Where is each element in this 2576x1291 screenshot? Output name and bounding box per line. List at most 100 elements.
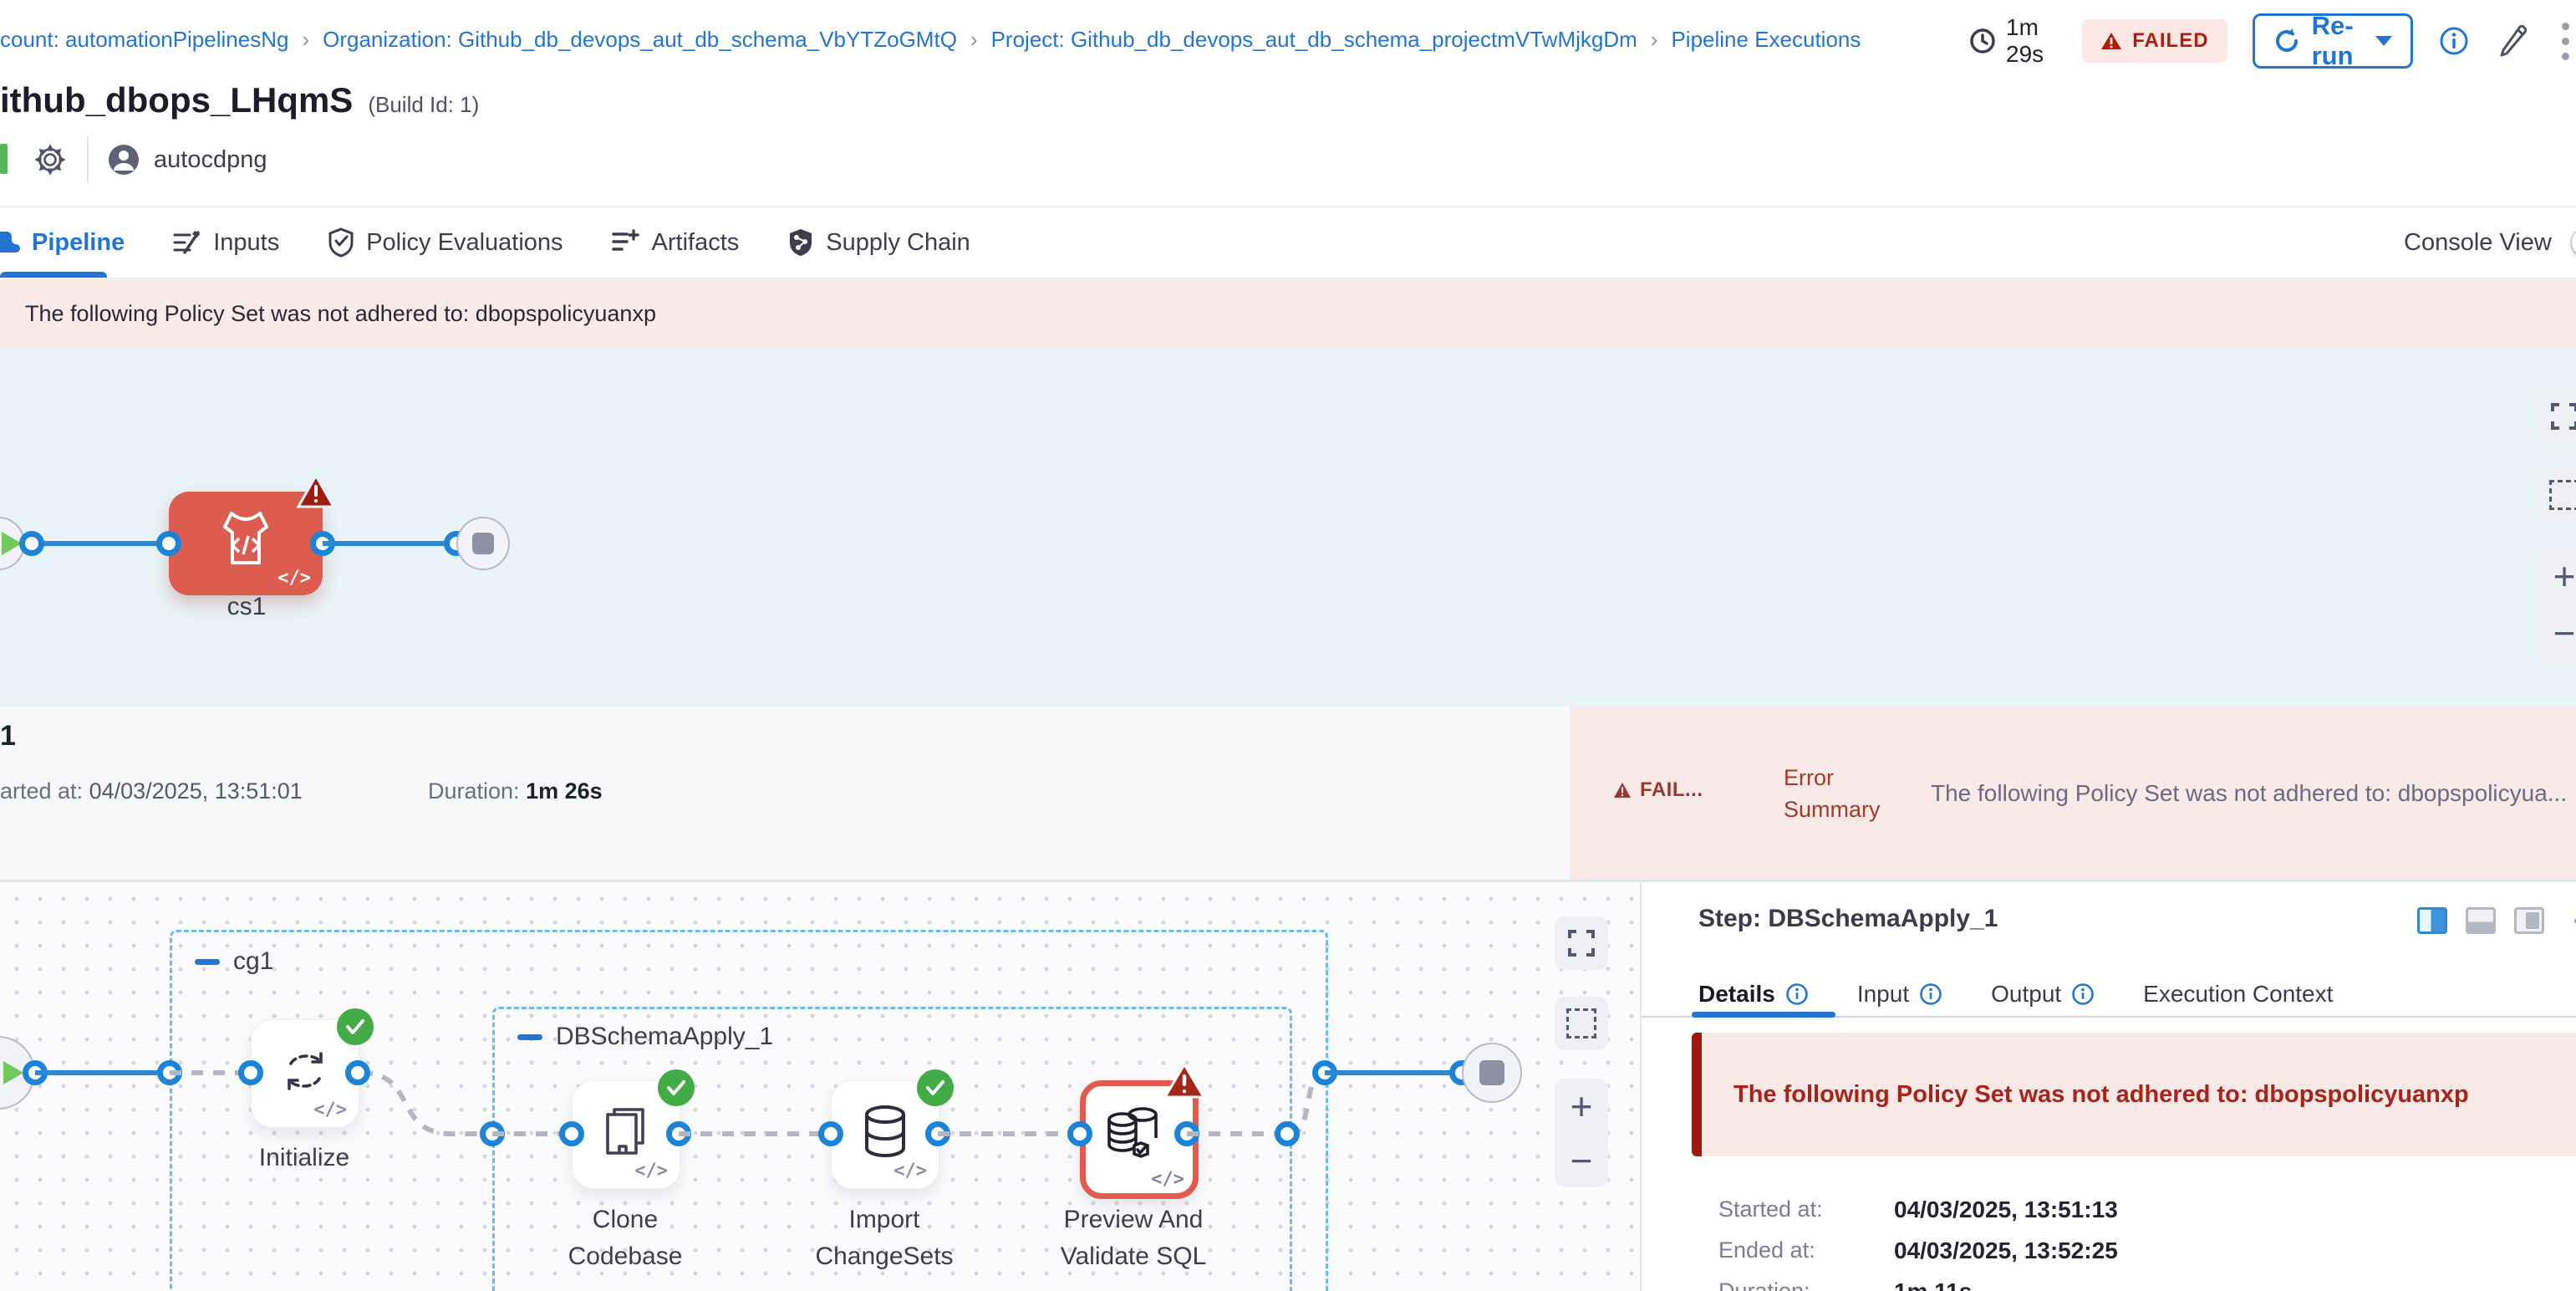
step-node-initialize[interactable]: </> (251, 1019, 359, 1128)
connector-point (156, 531, 181, 556)
sync-icon (279, 1047, 331, 1095)
tab-policy-evaluations[interactable]: Policy Evaluations (328, 207, 563, 278)
step-label-initialize: Initialize (208, 1140, 400, 1176)
policy-violation-banner: The following Policy Set was not adhered… (0, 279, 2576, 348)
zoom-out-button[interactable]: − (1571, 1141, 1593, 1180)
step-label-preview-validate-sql: Preview And Validate SQL (1016, 1202, 1250, 1275)
step-details-tabs: Details Input Output Execution Context (1698, 981, 2333, 1008)
code-glyph: </> (1151, 1169, 1184, 1190)
info-icon (1785, 982, 1809, 1006)
step-error-message: The following Policy Set was not adhered… (1692, 1033, 2576, 1156)
stage-duration: Duration: 1m 26s (428, 778, 603, 804)
step-label-import-changesets: Import ChangeSets (767, 1202, 1001, 1275)
page-title: ithub_dbops_LHqmS(Build Id: 1) (0, 80, 479, 120)
info-icon (1919, 982, 1942, 1006)
stage-node-label: cs1 (176, 589, 318, 625)
breadcrumb-separator: › (1637, 27, 1672, 53)
connector-point (1275, 1121, 1300, 1146)
shield-check-icon (328, 227, 354, 258)
stop-icon (1479, 1060, 1504, 1085)
zoom-in-button[interactable]: + (2553, 557, 2576, 595)
database-check-icon (1104, 1105, 1163, 1161)
code-glyph: </> (313, 1100, 347, 1120)
stage-name: 1 (0, 720, 16, 753)
warning-triangle-icon (1613, 782, 1632, 799)
connector-point (19, 531, 44, 556)
stage-error-summary: FAIL... Error Summary The following Poli… (1570, 707, 2576, 880)
tab-output[interactable]: Output (1991, 981, 2095, 1008)
total-duration: 1m 29s (1969, 14, 2057, 68)
stage-info-bar: 1 arted at: 04/03/2025, 13:51:01 Duratio… (0, 707, 2576, 880)
marquee-select-button[interactable] (2538, 468, 2576, 522)
shield-network-icon (787, 227, 814, 258)
divider (87, 136, 89, 183)
console-view-label: Console View (2404, 229, 2552, 257)
layout-right-view-icon[interactable] (2417, 907, 2447, 934)
collapse-icon[interactable] (195, 959, 220, 965)
zoom-out-button[interactable]: − (2553, 614, 2576, 652)
stage-graph-canvas[interactable]: </> cs1 + − (0, 348, 2576, 707)
tab-pipeline[interactable]: Pipeline (0, 207, 125, 278)
database-icon (862, 1105, 909, 1160)
layout-floating-view-icon[interactable] (2514, 907, 2544, 934)
code-glyph: </> (893, 1161, 927, 1181)
zoom-controls: + − (2538, 548, 2576, 661)
error-summary-text: The following Policy Set was not adhered… (1931, 780, 2576, 807)
more-options-icon[interactable] (2555, 19, 2576, 64)
breadcrumb: count: automationPipelinesNg › Organizat… (0, 27, 1861, 53)
tab-execution-context[interactable]: Execution Context (2143, 981, 2333, 1008)
console-view-toggle[interactable] (2570, 227, 2576, 258)
connector (679, 1131, 831, 1136)
custom-stage-icon (216, 508, 275, 574)
layout-bottom-view-icon[interactable] (2466, 907, 2496, 934)
tab-supply-chain[interactable]: Supply Chain (787, 207, 970, 278)
breadcrumb-organization[interactable]: Organization: Github_db_devops_aut_db_sc… (323, 27, 957, 53)
breadcrumb-separator: › (288, 27, 323, 53)
active-tab-indicator (1692, 1012, 1835, 1018)
detail-ended-at: Ended at:04/03/2025, 13:52:25 (1718, 1237, 1815, 1263)
gear-icon[interactable] (33, 143, 67, 176)
tab-inputs[interactable]: Inputs (173, 207, 279, 278)
collapse-icon[interactable] (517, 1034, 542, 1040)
zoom-in-button[interactable]: + (1571, 1087, 1593, 1125)
fullscreen-button[interactable] (1555, 916, 1608, 970)
build-id: (Build Id: 1) (368, 92, 479, 117)
connector-point (818, 1121, 843, 1146)
edit-pencil-icon[interactable] (2495, 23, 2530, 59)
stage-node-cs1[interactable]: </> (169, 492, 323, 595)
stop-icon (472, 533, 494, 554)
connector (938, 1131, 1080, 1136)
info-icon[interactable] (2438, 25, 2470, 57)
rerun-button[interactable]: Re-run (2253, 13, 2413, 69)
breadcrumb-account[interactable]: count: automationPipelinesNg (0, 27, 288, 53)
step-node-clone-codebase[interactable]: </> (572, 1080, 680, 1189)
breadcrumb-pipeline-executions[interactable]: Pipeline Executions (1671, 27, 1861, 53)
play-icon (3, 1061, 23, 1084)
execution-tab-bar: Pipeline Inputs Policy Evaluations Artif… (0, 207, 2576, 279)
code-glyph: </> (277, 568, 311, 589)
tab-artifacts[interactable]: Artifacts (612, 207, 740, 278)
breadcrumb-project[interactable]: Project: Github_db_devops_aut_db_schema_… (991, 27, 1637, 53)
connector-point (1067, 1121, 1092, 1146)
chevron-down-icon (2375, 36, 2392, 46)
step-details-panel: Step: DBSchemaApply_1 Details Input Outp… (1640, 882, 2576, 1291)
execution-meta-row: autocdpng (0, 135, 267, 184)
tab-input[interactable]: Input (1857, 981, 1942, 1008)
success-badge-icon (337, 1008, 374, 1045)
step-node-import-changesets[interactable]: </> (831, 1080, 939, 1189)
warning-triangle-icon (2100, 31, 2122, 51)
stepgroup-dbschemaapply-label: DBSchemaApply_1 (517, 1023, 773, 1051)
connector-point (345, 1060, 370, 1085)
pipeline-execution-page: count: automationPipelinesNg › Organizat… (0, 0, 2576, 1291)
fail-status: FAIL... (1613, 778, 1703, 802)
fullscreen-button[interactable] (2538, 390, 2576, 443)
tab-details[interactable]: Details (1698, 981, 1809, 1008)
connector-point (238, 1060, 263, 1085)
success-badge-icon (917, 1069, 954, 1106)
trigger-user-name: autocdpng (154, 146, 267, 174)
connector (1187, 1131, 1287, 1136)
connector (35, 1070, 170, 1075)
active-tab-indicator (0, 272, 107, 278)
marquee-select-button[interactable] (1555, 997, 1608, 1050)
execution-graph-canvas[interactable]: cg1 DBSchemaApply_1 </> Ini (0, 882, 1640, 1291)
